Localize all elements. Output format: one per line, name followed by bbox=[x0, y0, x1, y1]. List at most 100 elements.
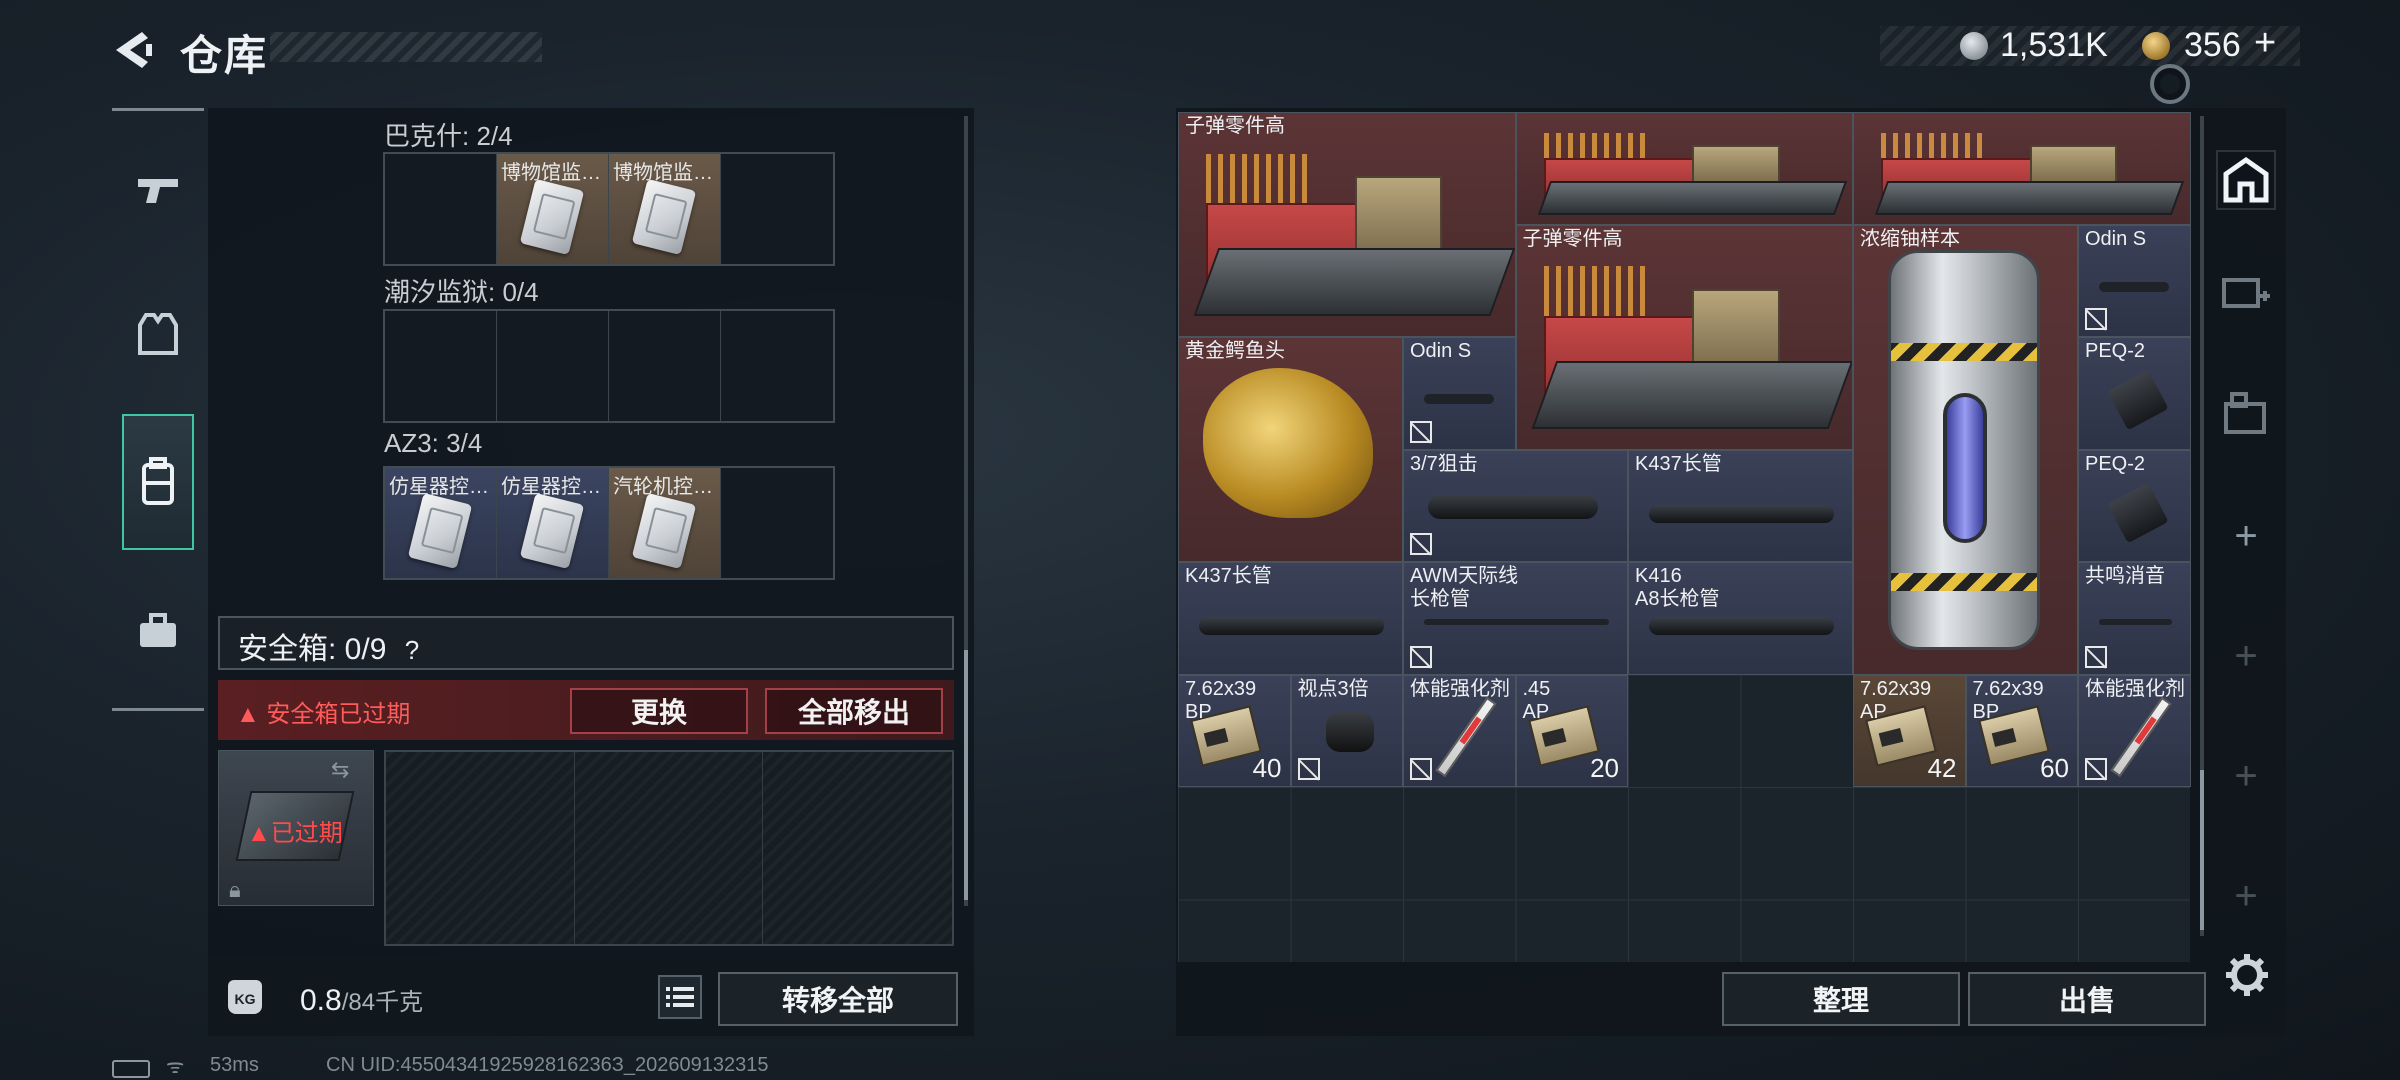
transfer-all-button[interactable]: 转移全部 bbox=[718, 972, 958, 1026]
stash-item[interactable]: 视点3倍 bbox=[1290, 674, 1403, 787]
warning-icon: ▲ bbox=[236, 701, 267, 728]
expired-tag-text: 已过期 bbox=[270, 820, 343, 847]
nav-armor-tab[interactable] bbox=[122, 290, 194, 380]
stash-item[interactable] bbox=[1515, 112, 1853, 225]
nav-weapon-tab[interactable] bbox=[122, 146, 194, 236]
nav-backpack-tab[interactable] bbox=[122, 414, 194, 550]
item-slot[interactable]: 仿星器控… bbox=[497, 468, 609, 578]
settings-gear-icon[interactable] bbox=[2224, 952, 2270, 998]
slot[interactable] bbox=[385, 154, 497, 264]
expired-tag: ▲已过期 bbox=[247, 820, 343, 847]
safebox-slots[interactable] bbox=[384, 750, 954, 946]
stash-item[interactable]: .45 AP 20 bbox=[1515, 674, 1628, 787]
gold-amount: 356 bbox=[2184, 26, 2241, 64]
no-sell-icon bbox=[2085, 645, 2107, 668]
stash-item[interactable] bbox=[1853, 112, 2191, 225]
stash-item[interactable]: 子弹零件高 bbox=[1178, 112, 1516, 337]
item-slot[interactable]: 汽轮机控… bbox=[609, 468, 721, 578]
section-label-tidal-prison: 潮汐监狱: 0/4 bbox=[384, 277, 539, 307]
slot[interactable] bbox=[721, 311, 833, 421]
stash-item[interactable]: AWM天际线 长枪管 bbox=[1403, 562, 1628, 675]
container-grid-bakshi: 博物馆监… 博物馆监… bbox=[383, 152, 835, 266]
wifi-icon: ᯤ bbox=[166, 1056, 185, 1078]
stash-item[interactable]: 7.62x39 AP 42 bbox=[1853, 674, 1966, 787]
stash-item[interactable]: K437长管 bbox=[1178, 562, 1403, 675]
back-arrow-icon[interactable] bbox=[112, 28, 156, 72]
stash-item[interactable]: 共鸣消音 bbox=[2078, 562, 2191, 675]
stash-item[interactable]: PEQ-2 bbox=[2078, 449, 2191, 562]
swap-icon[interactable]: ⇆ bbox=[331, 757, 349, 783]
weight-value: 0.8/84千克 bbox=[300, 982, 423, 1018]
stash-item[interactable]: Odin S bbox=[1403, 337, 1516, 450]
section-label-bakshi: 巴克什: 2/4 bbox=[384, 121, 513, 151]
stash-home-tab[interactable] bbox=[2216, 150, 2276, 210]
add-page-button: + bbox=[2234, 634, 2258, 678]
no-sell-icon bbox=[2085, 758, 2107, 780]
list-view-button[interactable] bbox=[658, 975, 702, 1019]
item-slot[interactable]: 博物馆监… bbox=[609, 154, 721, 264]
item-label: 子弹零件高 bbox=[1522, 227, 1623, 250]
slot[interactable] bbox=[721, 468, 833, 578]
stash-item[interactable]: 浓缩铀样本 bbox=[1853, 224, 2078, 675]
item-label: 7.62x39 BP bbox=[1972, 677, 2044, 723]
item-label: 博物馆监… bbox=[501, 162, 601, 184]
stash-item[interactable]: 体能强化剂 bbox=[2078, 674, 2191, 787]
add-page-button[interactable]: + bbox=[2226, 516, 2266, 556]
item-label: PEQ-2 bbox=[2085, 340, 2146, 362]
item-slot[interactable]: 博物馆监… bbox=[497, 154, 609, 264]
add-stash-tab[interactable] bbox=[2216, 262, 2276, 322]
item-label: 仿星器控… bbox=[501, 476, 601, 498]
left-scrollbar-thumb[interactable] bbox=[964, 650, 968, 900]
stash-item[interactable]: 7.62x39 BP 40 bbox=[1178, 674, 1291, 787]
nav-case-tab[interactable] bbox=[122, 586, 194, 676]
add-container-icon bbox=[2222, 278, 2270, 308]
item-label: 共鸣消音 bbox=[2085, 565, 2165, 587]
slot[interactable] bbox=[497, 311, 609, 421]
silver-coin-icon bbox=[1960, 32, 1988, 60]
stash-item[interactable]: Odin S bbox=[2078, 224, 2191, 337]
slot[interactable] bbox=[386, 752, 575, 944]
keycard-icon bbox=[519, 178, 585, 256]
stash-item[interactable]: 3/7狙击 bbox=[1403, 449, 1628, 562]
remove-all-button[interactable]: 全部移出 bbox=[765, 688, 943, 734]
lock-icon: 🔒︎ bbox=[229, 877, 241, 902]
stash-item[interactable]: 黄金鳄鱼头 bbox=[1178, 337, 1403, 562]
stash-item[interactable]: PEQ-2 bbox=[2078, 337, 2191, 450]
weight-icon: KG bbox=[228, 980, 262, 1014]
storage-tab[interactable] bbox=[2216, 382, 2276, 442]
slot[interactable] bbox=[575, 752, 764, 944]
item-label: PEQ-2 bbox=[2085, 452, 2146, 475]
item-label: 仿星器控… bbox=[389, 476, 489, 498]
item-count: 20 bbox=[1590, 753, 1619, 783]
slot[interactable] bbox=[609, 311, 721, 421]
item-slot[interactable]: 仿星器控… bbox=[385, 468, 497, 578]
stash-item[interactable]: 子弹零件高 bbox=[1515, 224, 1853, 450]
title-decoration bbox=[270, 32, 542, 62]
briefcase-icon bbox=[140, 613, 176, 647]
help-icon[interactable]: ? bbox=[405, 635, 419, 665]
item-label: K416 A8长枪管 bbox=[1635, 565, 1720, 610]
item-label: K437长管 bbox=[1185, 565, 1272, 587]
stash-item[interactable]: K416 A8长枪管 bbox=[1628, 562, 1853, 675]
stash-item[interactable]: 7.62x39 BP 60 bbox=[1965, 674, 2078, 787]
add-currency-button[interactable]: + bbox=[2254, 22, 2276, 65]
stash-item[interactable]: K437长管 bbox=[1628, 449, 1853, 562]
item-label: .45 AP bbox=[1522, 677, 1551, 723]
sort-button[interactable]: 整理 bbox=[1722, 972, 1960, 1026]
item-count: 60 bbox=[2040, 753, 2069, 783]
slot[interactable] bbox=[385, 311, 497, 421]
safebox-thumbnail[interactable]: ▲已过期 ⇆ 🔒︎ bbox=[218, 750, 374, 906]
keycard-icon bbox=[631, 492, 697, 570]
slot[interactable] bbox=[763, 752, 952, 944]
replace-button[interactable]: 更换 bbox=[570, 688, 748, 734]
slot[interactable] bbox=[721, 154, 833, 264]
right-scrollbar-thumb[interactable] bbox=[2200, 770, 2204, 930]
stash-item[interactable]: 体能强化剂 bbox=[1403, 674, 1516, 787]
item-count: 42 bbox=[1927, 753, 1957, 783]
weight-max: /84千克 bbox=[341, 989, 424, 1016]
ammo-parts-crate-icon bbox=[1517, 226, 1853, 449]
ring-icon[interactable] bbox=[2150, 64, 2190, 104]
no-sell-icon bbox=[2085, 308, 2107, 330]
sell-button[interactable]: 出售 bbox=[1968, 972, 2206, 1026]
expired-text: 安全箱已过期 bbox=[266, 701, 411, 728]
